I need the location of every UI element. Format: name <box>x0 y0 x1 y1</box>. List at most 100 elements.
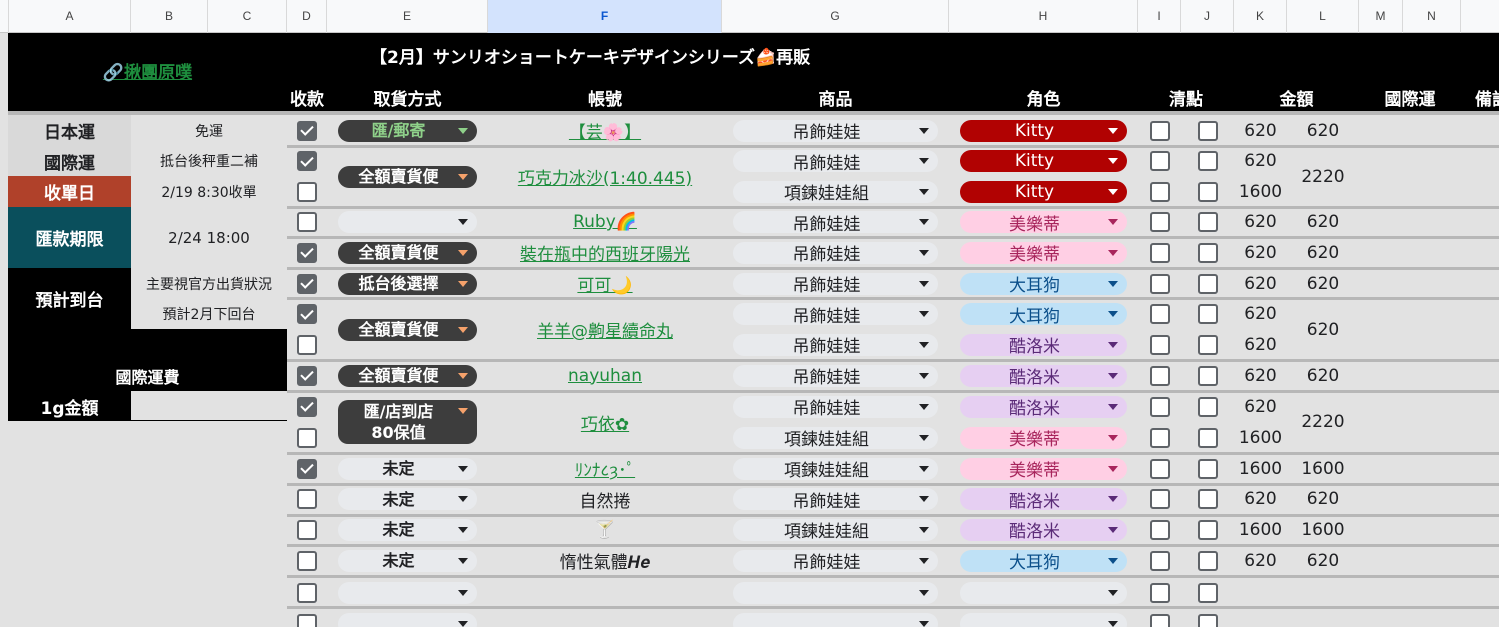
col-header-b[interactable]: B <box>131 0 208 33</box>
check-checkbox[interactable] <box>1149 273 1170 294</box>
col-header-d[interactable]: D <box>287 0 327 33</box>
check-checkbox[interactable] <box>1197 365 1218 386</box>
paid-checkbox[interactable] <box>297 519 317 540</box>
check-checkbox[interactable] <box>1149 120 1170 141</box>
check-checkbox[interactable] <box>1149 582 1170 603</box>
account-name[interactable]: 羊羊@齁星續命丸 <box>537 317 673 342</box>
account-name[interactable]: 可可🌙 <box>577 271 632 296</box>
col-header-i[interactable]: I <box>1138 0 1181 33</box>
check-checkbox[interactable] <box>1197 550 1218 571</box>
check-checkbox[interactable] <box>1149 304 1170 324</box>
check-checkbox[interactable] <box>1149 242 1170 263</box>
check-checkbox[interactable] <box>1149 334 1170 355</box>
pickup-dropdown[interactable]: 全額賣貨便 <box>338 318 477 341</box>
character-dropdown[interactable]: Kitty <box>960 180 1127 203</box>
pickup-dropdown[interactable]: 未定 <box>338 457 477 480</box>
check-checkbox[interactable] <box>1149 181 1170 202</box>
empty-dropdown[interactable] <box>338 613 477 627</box>
check-checkbox[interactable] <box>1197 181 1218 202</box>
pickup-dropdown[interactable]: 未定 <box>338 549 477 572</box>
character-dropdown[interactable]: 美樂蒂 <box>960 241 1127 265</box>
character-dropdown[interactable]: 酷洛米 <box>960 518 1127 542</box>
paid-checkbox[interactable] <box>297 151 317 171</box>
check-checkbox[interactable] <box>1197 120 1218 141</box>
character-dropdown[interactable]: 美樂蒂 <box>960 211 1127 235</box>
product-dropdown[interactable]: 吊飾娃娃 <box>733 241 938 265</box>
pickup-dropdown[interactable]: 未定 <box>338 518 477 541</box>
check-checkbox[interactable] <box>1149 489 1170 509</box>
check-checkbox[interactable] <box>1197 151 1218 171</box>
check-checkbox[interactable] <box>1197 304 1218 324</box>
paid-checkbox[interactable] <box>297 458 317 479</box>
col-header-c[interactable]: C <box>208 0 287 33</box>
check-checkbox[interactable] <box>1149 396 1170 417</box>
product-dropdown[interactable]: 吊飾娃娃 <box>733 364 938 388</box>
col-header-m[interactable]: M <box>1359 0 1403 33</box>
col-header-h[interactable]: H <box>949 0 1138 33</box>
product-dropdown[interactable]: 吊飾娃娃 <box>733 303 938 327</box>
character-dropdown[interactable]: Kitty <box>960 119 1127 142</box>
col-header-g[interactable]: G <box>722 0 949 33</box>
product-dropdown[interactable]: 吊飾娃娃 <box>733 395 938 419</box>
character-dropdown[interactable]: 大耳狗 <box>960 303 1127 327</box>
account-name[interactable]: 【芸🌸】 <box>569 118 641 143</box>
check-checkbox[interactable] <box>1197 519 1218 540</box>
pickup-dropdown[interactable]: 全額賣貨便 <box>338 364 477 387</box>
product-dropdown[interactable]: 吊飾娃娃 <box>733 150 938 174</box>
pickup-dropdown[interactable]: 匯/店到店 80保值 <box>338 400 477 444</box>
paid-checkbox[interactable] <box>297 212 317 232</box>
check-checkbox[interactable] <box>1149 550 1170 571</box>
check-checkbox[interactable] <box>1149 365 1170 386</box>
character-dropdown[interactable]: 大耳狗 <box>960 272 1127 296</box>
product-dropdown[interactable]: 吊飾娃娃 <box>733 333 938 357</box>
check-checkbox[interactable] <box>1149 458 1170 479</box>
check-checkbox[interactable] <box>1149 614 1170 627</box>
character-dropdown[interactable]: 大耳狗 <box>960 549 1127 573</box>
empty-dropdown[interactable] <box>960 581 1127 604</box>
product-dropdown[interactable]: 吊飾娃娃 <box>733 272 938 296</box>
check-checkbox[interactable] <box>1197 489 1218 509</box>
col-header-j[interactable]: J <box>1181 0 1234 33</box>
product-dropdown[interactable]: 項鍊娃娃組 <box>733 518 938 542</box>
pickup-dropdown[interactable]: 全額賣貨便 <box>338 165 477 188</box>
check-checkbox[interactable] <box>1149 519 1170 540</box>
account-name[interactable]: 巧克力冰沙(1:40.445) <box>518 164 692 189</box>
paid-checkbox[interactable] <box>297 334 317 355</box>
pickup-dropdown[interactable]: 未定 <box>338 488 477 510</box>
product-dropdown[interactable]: 吊飾娃娃 <box>733 211 938 235</box>
character-dropdown[interactable]: 酷洛米 <box>960 364 1127 388</box>
original-post-link[interactable]: 🔗揪團原噗 <box>103 58 192 83</box>
check-checkbox[interactable] <box>1149 427 1170 448</box>
col-header-a[interactable]: A <box>9 0 131 33</box>
account-name[interactable]: 裝在瓶中的西班牙陽光 <box>520 240 690 265</box>
paid-checkbox[interactable] <box>297 427 317 448</box>
check-checkbox[interactable] <box>1197 273 1218 294</box>
check-checkbox[interactable] <box>1197 614 1218 627</box>
pickup-dropdown[interactable]: 全額賣貨便 <box>338 241 477 264</box>
product-dropdown[interactable]: 項鍊娃娃組 <box>733 457 938 481</box>
paid-checkbox[interactable] <box>297 120 317 141</box>
character-dropdown[interactable]: 酷洛米 <box>960 488 1127 512</box>
empty-dropdown[interactable] <box>338 581 477 604</box>
check-checkbox[interactable] <box>1197 334 1218 355</box>
col-header-l[interactable]: L <box>1287 0 1359 33</box>
check-checkbox[interactable] <box>1149 212 1170 232</box>
check-checkbox[interactable] <box>1197 582 1218 603</box>
account-name[interactable]: 巧依✿ <box>581 410 629 435</box>
col-header-e[interactable]: E <box>327 0 488 33</box>
empty-dropdown[interactable] <box>960 613 1127 627</box>
empty-dropdown[interactable] <box>733 613 938 627</box>
check-checkbox[interactable] <box>1197 427 1218 448</box>
paid-checkbox[interactable] <box>297 181 317 202</box>
character-dropdown[interactable]: 酷洛米 <box>960 395 1127 419</box>
col-header-k[interactable]: K <box>1234 0 1287 33</box>
col-header-f[interactable]: F <box>488 0 722 33</box>
pickup-dropdown[interactable] <box>338 211 477 233</box>
pickup-dropdown[interactable]: 匯/郵寄 <box>338 119 477 142</box>
paid-checkbox[interactable] <box>297 365 317 386</box>
empty-dropdown[interactable] <box>733 581 938 604</box>
col-header-n[interactable]: N <box>1403 0 1461 33</box>
corner-cell[interactable] <box>0 0 9 33</box>
paid-checkbox[interactable] <box>297 489 317 509</box>
product-dropdown[interactable]: 項鍊娃娃組 <box>733 180 938 204</box>
